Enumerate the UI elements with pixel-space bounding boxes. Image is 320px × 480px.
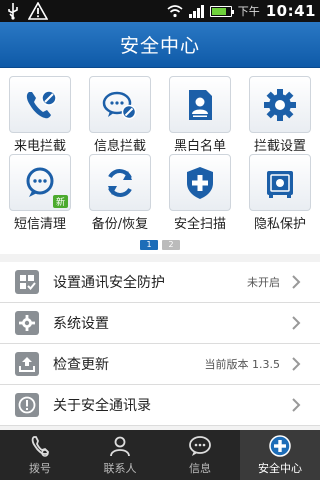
tile-security-scan[interactable]: 安全扫描 bbox=[160, 154, 240, 232]
tile-message-block[interactable]: 信息拦截 bbox=[80, 76, 160, 154]
list-item-security-setup[interactable]: 设置通讯安全防护 未开启 bbox=[0, 262, 320, 303]
list-item-label: 关于安全通讯录 bbox=[53, 398, 151, 414]
tile-block-settings[interactable]: 拦截设置 bbox=[240, 76, 320, 154]
signal-icon bbox=[188, 4, 204, 18]
status-time: 10:41 bbox=[265, 2, 316, 20]
tab-label: 信息 bbox=[189, 462, 211, 475]
chat-icon bbox=[189, 436, 211, 456]
contact-list-icon bbox=[169, 76, 231, 133]
security-setup-icon bbox=[15, 270, 39, 294]
status-ampm: 下午 bbox=[237, 5, 260, 18]
bottom-nav: 拨号 联系人 信息 安全中心 bbox=[0, 430, 320, 480]
tile-label: 拦截设置 bbox=[253, 139, 306, 154]
sync-icon bbox=[89, 154, 151, 211]
tab-messages[interactable]: 信息 bbox=[160, 430, 240, 480]
status-bar: 下午 10:41 bbox=[0, 0, 320, 22]
list-item-about[interactable]: 关于安全通讯录 bbox=[0, 385, 320, 426]
tile-label: 隐私保护 bbox=[253, 217, 306, 232]
wifi-icon bbox=[167, 5, 183, 18]
tab-label: 拨号 bbox=[29, 462, 51, 475]
tab-dialer[interactable]: 拨号 bbox=[0, 430, 80, 480]
tile-label: 黑白名单 bbox=[173, 139, 226, 154]
list-item-label: 设置通讯安全防护 bbox=[53, 275, 165, 291]
gear-icon bbox=[15, 311, 39, 335]
gear-icon bbox=[249, 76, 311, 133]
shield-plus-icon bbox=[169, 154, 231, 211]
call-block-icon bbox=[9, 76, 71, 133]
message-block-icon bbox=[89, 76, 151, 133]
tile-label: 信息拦截 bbox=[93, 139, 146, 154]
person-icon bbox=[110, 436, 130, 457]
tab-label: 安全中心 bbox=[258, 462, 302, 475]
info-icon bbox=[15, 393, 39, 417]
tile-label: 备份/恢复 bbox=[91, 217, 149, 232]
sms-clean-icon: 新 bbox=[9, 154, 71, 211]
settings-list: 设置通讯安全防护 未开启 系统设置 检查更新 当前版本 1.3.5 关于安全通讯… bbox=[0, 262, 320, 426]
tile-privacy[interactable]: 隐私保护 bbox=[240, 154, 320, 232]
tile-sms-clean[interactable]: 新 短信清理 bbox=[0, 154, 80, 232]
list-item-system-settings[interactable]: 系统设置 bbox=[0, 303, 320, 344]
tile-backup-restore[interactable]: 备份/恢复 bbox=[80, 154, 160, 232]
shield-cross-icon bbox=[269, 435, 291, 457]
phone-icon bbox=[31, 436, 49, 457]
tab-security-center[interactable]: 安全中心 bbox=[240, 430, 320, 480]
list-item-label: 系统设置 bbox=[53, 316, 109, 332]
tile-label: 来电拦截 bbox=[13, 139, 66, 154]
warning-icon bbox=[28, 2, 48, 20]
feature-grid: 来电拦截 信息拦截 黑白名单 拦截设置 新 短信清理 备份/恢复 安全扫描 隐私… bbox=[0, 68, 320, 240]
list-item-value: 未开启 bbox=[247, 276, 280, 289]
battery-icon bbox=[209, 5, 234, 17]
page-dot-2[interactable]: 2 bbox=[162, 240, 180, 250]
tile-label: 安全扫描 bbox=[173, 217, 226, 232]
tile-call-block[interactable]: 来电拦截 bbox=[0, 76, 80, 154]
chevron-right-icon bbox=[286, 354, 306, 374]
tab-contacts[interactable]: 联系人 bbox=[80, 430, 160, 480]
chevron-right-icon bbox=[286, 272, 306, 292]
chevron-right-icon bbox=[286, 395, 306, 415]
chevron-right-icon bbox=[286, 313, 306, 333]
safe-icon bbox=[249, 154, 311, 211]
page-indicator: 1 2 bbox=[0, 240, 320, 254]
tab-label: 联系人 bbox=[103, 462, 137, 475]
upload-icon bbox=[15, 352, 39, 376]
list-item-check-update[interactable]: 检查更新 当前版本 1.3.5 bbox=[0, 344, 320, 385]
page-dot-1[interactable]: 1 bbox=[140, 240, 158, 250]
new-badge: 新 bbox=[52, 195, 68, 208]
title-bar: 安全中心 bbox=[0, 22, 320, 68]
usb-icon bbox=[8, 3, 18, 20]
list-item-value: 当前版本 1.3.5 bbox=[204, 358, 281, 371]
tile-label: 短信清理 bbox=[13, 217, 66, 232]
tile-black-white-list[interactable]: 黑白名单 bbox=[160, 76, 240, 154]
page-title: 安全中心 bbox=[119, 35, 200, 57]
list-item-label: 检查更新 bbox=[53, 357, 109, 373]
